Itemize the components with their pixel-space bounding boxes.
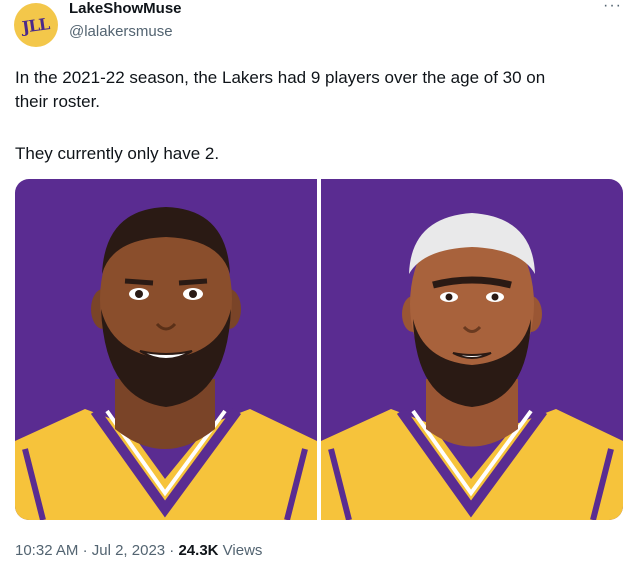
avatar[interactable]: JLL: [14, 3, 58, 47]
views-count: 24.3K: [178, 542, 219, 559]
tweet-media-grid: [15, 179, 623, 520]
tweet-text-line-1: In the 2021-22 season, the Lakers had 9 …: [15, 68, 546, 87]
media-image-1[interactable]: [15, 179, 317, 520]
avatar-logo-text: JLL: [21, 13, 51, 37]
tweet-date[interactable]: Jul 2, 2023: [92, 542, 165, 559]
meta-separator: ·: [82, 542, 92, 559]
tweet-text-line-2: their roster.: [15, 92, 101, 111]
player-2-illustration: [321, 213, 623, 520]
tweet-time[interactable]: 10:32 AM: [15, 542, 78, 559]
player-1-illustration: [15, 207, 317, 520]
tweet-meta: 10:32 AM · Jul 2, 2023 · 24.3K Views: [15, 542, 262, 559]
tweet-text-line-3: They currently only have 2.: [15, 144, 220, 163]
media-image-2[interactable]: [321, 179, 623, 520]
views-label: Views: [222, 542, 263, 559]
user-handle[interactable]: @lalakersmuse: [69, 23, 173, 40]
display-name[interactable]: LakeShowMuse: [69, 0, 182, 17]
more-options-icon[interactable]: ···: [603, 0, 622, 15]
